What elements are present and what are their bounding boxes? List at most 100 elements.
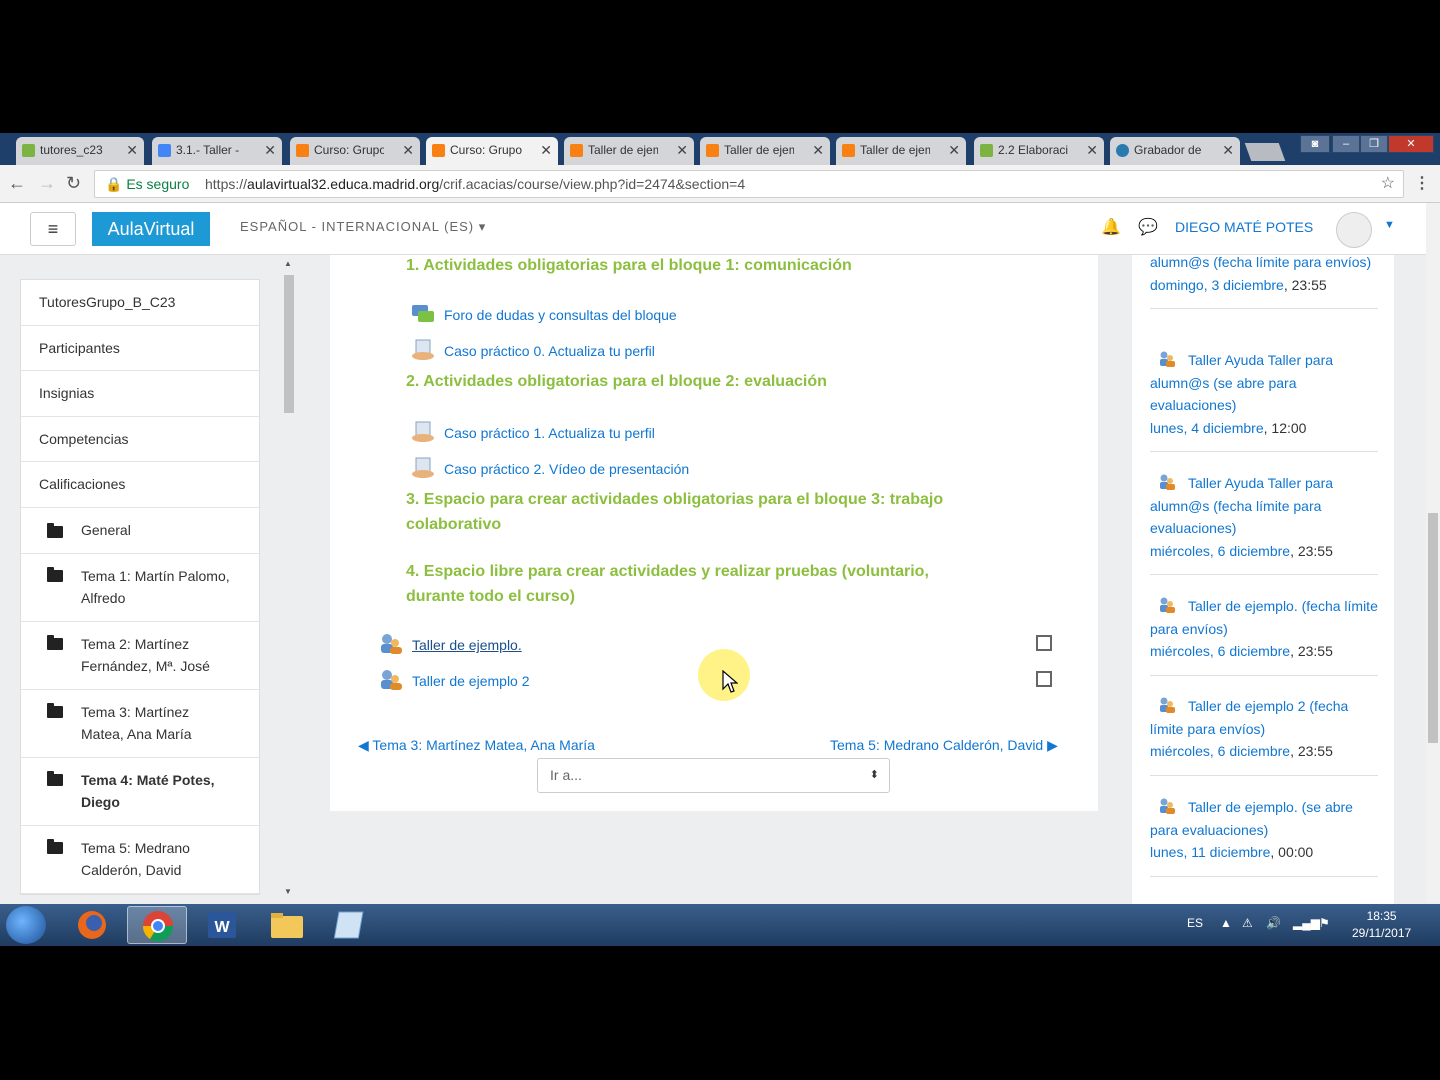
scroll-up-icon[interactable]: ▲ [284, 259, 292, 268]
browser-menu-icon[interactable]: ⋮ [1414, 173, 1430, 193]
scroll-down-icon[interactable]: ▼ [284, 887, 292, 896]
reload-icon[interactable]: ↻ [66, 173, 81, 194]
drawer-scrollbar[interactable]: ▲ ▼ [282, 259, 296, 899]
tab-curso-grupo[interactable]: Curso: Grupo ✕ [290, 137, 420, 165]
user-name[interactable]: DIEGO MATÉ POTES [1175, 219, 1313, 235]
start-button[interactable] [6, 906, 46, 944]
scrollbar-thumb[interactable] [1428, 513, 1438, 743]
event-title[interactable]: Taller de ejemplo. (fecha límite para en… [1150, 598, 1378, 637]
event-date[interactable]: lunes, 4 diciembre [1150, 420, 1264, 436]
event-item[interactable]: Taller Ayuda Taller para alumn@s (fecha … [1150, 472, 1378, 575]
page-scrollbar[interactable] [1426, 203, 1440, 903]
event-date[interactable]: miércoles, 6 diciembre [1150, 543, 1290, 559]
event-title[interactable]: Taller de ejemplo 2 (fecha límite para e… [1150, 698, 1348, 737]
nav-item-participants[interactable]: Participantes [21, 326, 259, 371]
taskbar-explorer[interactable] [257, 906, 317, 944]
activity-link[interactable]: Caso práctico 1. Actualiza tu perfil [444, 421, 655, 445]
close-icon[interactable]: ✕ [264, 137, 276, 163]
close-icon[interactable]: ✕ [402, 137, 414, 163]
next-section-link[interactable]: Tema 5: Medrano Calderón, David ▶ [830, 737, 1058, 754]
event-item[interactable]: Taller Ayuda Taller para alumn@s (se abr… [1150, 349, 1378, 452]
event-date[interactable]: miércoles, 6 diciembre [1150, 643, 1290, 659]
close-icon[interactable]: ✕ [676, 137, 688, 163]
tray-expand-icon[interactable]: ▲ [1220, 916, 1232, 930]
nav-item-competencies[interactable]: Competencias [21, 417, 259, 462]
back-arrow-icon[interactable]: ← [8, 173, 26, 194]
close-icon[interactable]: ✕ [540, 137, 552, 163]
nav-section-tema1[interactable]: Tema 1: Martín Palomo, Alfredo [21, 554, 259, 622]
event-item[interactable]: alumn@s (fecha límite para envíos) domin… [1150, 255, 1378, 309]
event-item[interactable]: Taller de ejemplo 2 (fecha límite para e… [1150, 695, 1378, 776]
event-date[interactable]: miércoles, 6 diciembre [1150, 743, 1290, 759]
nav-section-label: Diego [81, 793, 120, 810]
drawer-toggle-button[interactable]: ≡ [30, 212, 76, 246]
completion-checkbox[interactable] [1036, 635, 1052, 651]
site-brand[interactable]: AulaVirtual [92, 212, 210, 246]
bookmark-star-icon[interactable]: ☆ [1381, 171, 1395, 197]
avatar[interactable] [1336, 212, 1372, 248]
secure-indicator[interactable]: 🔒 Es seguro [105, 171, 189, 197]
chat-icon[interactable]: 💬 [1138, 217, 1158, 237]
completion-checkbox[interactable] [1036, 671, 1052, 687]
prev-section-link[interactable]: ◀ Tema 3: Martínez Matea, Ana María [358, 737, 595, 754]
event-title[interactable]: Taller Ayuda Taller para alumn@s (fecha … [1150, 475, 1333, 536]
event-title[interactable]: Taller Ayuda Taller para alumn@s (se abr… [1150, 352, 1333, 413]
jump-to-select[interactable]: Ir a... ⬍ [537, 758, 890, 793]
bell-icon[interactable]: 🔔 [1101, 217, 1121, 237]
volume-icon[interactable]: 🔊 [1266, 916, 1281, 930]
close-icon[interactable]: ✕ [948, 137, 960, 163]
address-bar[interactable]: 🔒 Es seguro https://aulavirtual32.educa.… [94, 170, 1404, 198]
system-clock[interactable]: 18:35 29/11/2017 [1352, 908, 1411, 942]
user-switch-icon[interactable]: ◙ [1300, 135, 1330, 153]
tab-taller-ejemplo-2[interactable]: Taller de ejem ✕ [700, 137, 830, 165]
nav-section-tema4-current[interactable]: Tema 4: Maté Potes, Diego [21, 758, 259, 826]
nav-section-general[interactable]: General [21, 508, 259, 554]
nav-item-grades[interactable]: Calificaciones [21, 462, 259, 508]
event-date[interactable]: lunes, 11 diciembre [1150, 844, 1270, 860]
tab-taller-ejemplo-3[interactable]: Taller de ejem ✕ [836, 137, 966, 165]
taskbar-app[interactable] [322, 906, 382, 944]
tab-taller-doc[interactable]: 3.1.- Taller - ✕ [152, 137, 282, 165]
nav-section-tema5[interactable]: Tema 5: Medrano Calderón, David [21, 826, 259, 894]
minimize-button[interactable]: – [1332, 135, 1360, 153]
activity-link[interactable]: Foro de dudas y consultas del bloque [444, 303, 677, 327]
tab-curso-grupo-active[interactable]: Curso: Grupo ✕ [426, 137, 558, 165]
flag-icon[interactable]: ⚑ [1319, 916, 1330, 930]
activity-link[interactable]: Taller de ejemplo. [412, 633, 522, 657]
close-icon[interactable]: ✕ [812, 137, 824, 163]
window-close-button[interactable]: ✕ [1388, 135, 1434, 153]
close-icon[interactable]: ✕ [126, 137, 138, 163]
close-icon[interactable]: ✕ [1222, 137, 1234, 163]
language-menu[interactable]: ESPAÑOL - INTERNACIONAL (ES) ▾ [240, 219, 486, 235]
event-date[interactable]: domingo, 3 diciembre [1150, 277, 1284, 293]
keyboard-language[interactable]: ES [1187, 916, 1203, 930]
tab-elaboracion[interactable]: 2.2 Elaboraci ✕ [974, 137, 1104, 165]
taskbar-firefox[interactable] [62, 906, 122, 944]
forward-arrow-icon[interactable]: → [38, 173, 56, 194]
taskbar-word[interactable]: W [192, 906, 252, 944]
event-title[interactable]: Taller de ejemplo. (se abre para evaluac… [1150, 799, 1353, 838]
scrollbar-thumb[interactable] [284, 275, 294, 413]
new-tab-button[interactable] [1244, 143, 1286, 161]
nav-item-badges[interactable]: Insignias [21, 371, 259, 417]
caret-down-icon[interactable]: ▼ [1384, 219, 1395, 231]
workshop-icon [1160, 798, 1175, 814]
nav-section-tema2[interactable]: Tema 2: Martínez Fernández, Mª. José [21, 622, 259, 690]
nav-item-course[interactable]: TutoresGrupo_B_C23 [21, 280, 259, 326]
taskbar-chrome[interactable] [127, 906, 187, 944]
event-title[interactable]: alumn@s (fecha límite para envíos) [1150, 255, 1371, 270]
nav-item-label: Competencias [39, 430, 129, 447]
event-item[interactable]: Taller de ejemplo. (fecha límite para en… [1150, 595, 1378, 676]
nav-section-tema3[interactable]: Tema 3: Martínez Matea, Ana María [21, 690, 259, 758]
signal-icon[interactable]: ▂▄▆ [1293, 916, 1320, 930]
network-alert-icon[interactable]: ⚠ [1242, 916, 1253, 930]
close-icon[interactable]: ✕ [1086, 137, 1098, 163]
activity-link[interactable]: Caso práctico 0. Actualiza tu perfil [444, 339, 655, 363]
activity-link[interactable]: Caso práctico 2. Vídeo de presentación [444, 457, 689, 481]
tab-taller-ejemplo-1[interactable]: Taller de ejem ✕ [564, 137, 694, 165]
tab-tutores[interactable]: tutores_c23 ✕ [16, 137, 144, 165]
activity-link[interactable]: Taller de ejemplo 2 [412, 669, 530, 693]
event-item[interactable]: Taller de ejemplo. (se abre para evaluac… [1150, 796, 1378, 877]
tab-grabador[interactable]: Grabador de ✕ [1110, 137, 1240, 165]
maximize-button[interactable]: ❐ [1360, 135, 1388, 153]
